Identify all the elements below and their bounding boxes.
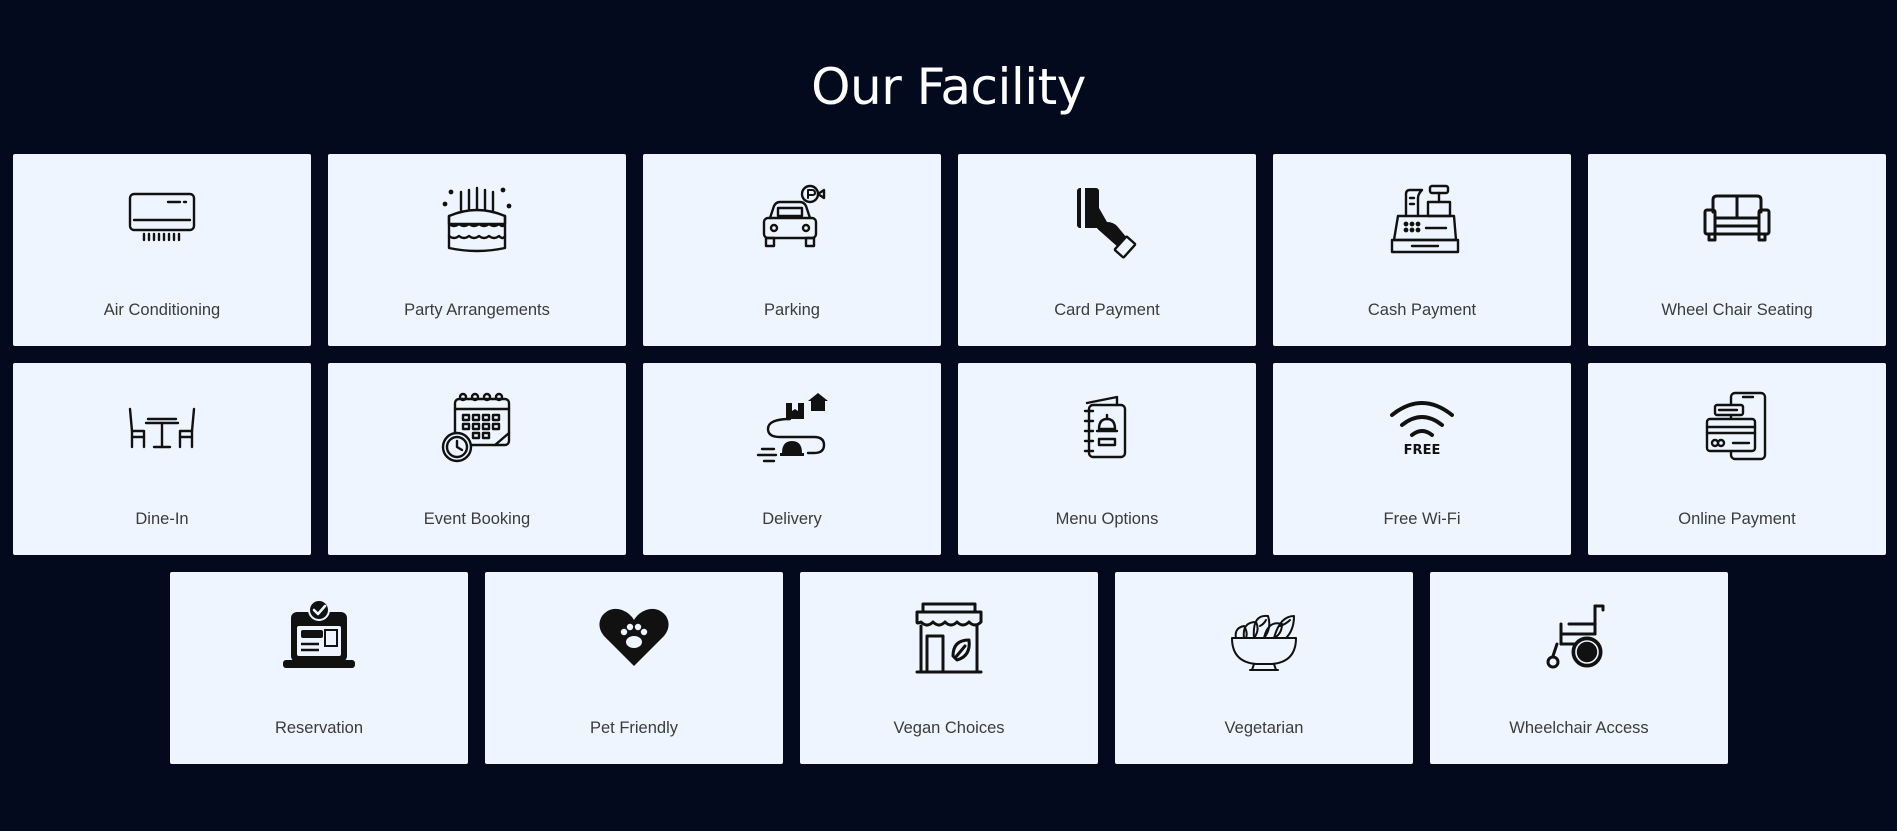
facility-label: Parking [764,301,820,319]
facility-label: Wheel Chair Seating [1661,301,1813,319]
facility-card-air-conditioning[interactable]: Air Conditioning [13,154,311,346]
food-delivery-icon [752,389,832,469]
air-conditioner-icon [122,180,202,260]
facility-card-pet-friendly[interactable]: Pet Friendly [485,572,783,764]
facility-label: Wheelchair Access [1509,719,1649,737]
facility-label: Air Conditioning [103,301,221,319]
facility-card-dine-in[interactable]: Dine-In [13,363,311,555]
salad-bowl-icon [1224,598,1304,678]
facility-card-online-payment[interactable]: Online Payment [1588,363,1886,555]
facility-card-card-payment[interactable]: Card Payment [958,154,1256,346]
facility-label: Free Wi-Fi [1383,510,1461,528]
dining-table-icon [122,389,202,469]
facility-card-wheel-chair-seating[interactable]: Wheel Chair Seating [1588,154,1886,346]
facility-label: Pet Friendly [589,719,679,737]
facility-card-wheelchair-access[interactable]: Wheelchair Access [1430,572,1728,764]
facility-card-vegan-choices[interactable]: Vegan Choices [800,572,1098,764]
facility-label: Cash Payment [1367,301,1477,319]
facility-label: Online Payment [1678,510,1796,528]
facility-card-menu-options[interactable]: Menu Options [958,363,1256,555]
facility-label: Dine-In [135,510,189,528]
menu-book-icon [1067,389,1147,469]
birthday-cake-icon [437,180,517,260]
facility-card-event-booking[interactable]: Event Booking [328,363,626,555]
heart-paw-icon [594,598,674,678]
facility-card-free-wifi[interactable]: FREE Free Wi-Fi [1273,363,1571,555]
vegan-store-icon [909,598,989,678]
facility-card-parking[interactable]: Parking [643,154,941,346]
facility-label: Delivery [762,510,822,528]
laptop-reservation-icon [279,598,359,678]
facility-card-reservation[interactable]: Reservation [170,572,468,764]
facility-card-delivery[interactable]: Delivery [643,363,941,555]
facility-card-cash-payment[interactable]: Cash Payment [1273,154,1571,346]
facility-label: Vegan Choices [893,719,1005,737]
facility-card-vegetarian[interactable]: Vegetarian [1115,572,1413,764]
online-payment-icon [1697,389,1777,469]
facility-label: Party Arrangements [404,301,550,319]
facility-grid: Air Conditioning Party Arrangements Park… [0,0,1897,831]
free-wifi-badge: FREE [1404,443,1441,458]
cash-register-icon [1382,180,1462,260]
facility-label: Menu Options [1055,510,1159,528]
facility-label: Reservation [274,719,364,737]
facility-label: Event Booking [423,510,531,528]
calendar-clock-icon [437,389,517,469]
wheelchair-icon [1539,598,1619,678]
facility-label: Vegetarian [1224,719,1304,737]
facility-card-party-arrangements[interactable]: Party Arrangements [328,154,626,346]
sofa-icon [1697,180,1777,260]
free-wifi-icon: FREE [1382,389,1462,469]
card-payment-icon [1067,180,1147,260]
facility-label: Card Payment [1054,301,1160,319]
car-parking-icon [752,180,832,260]
